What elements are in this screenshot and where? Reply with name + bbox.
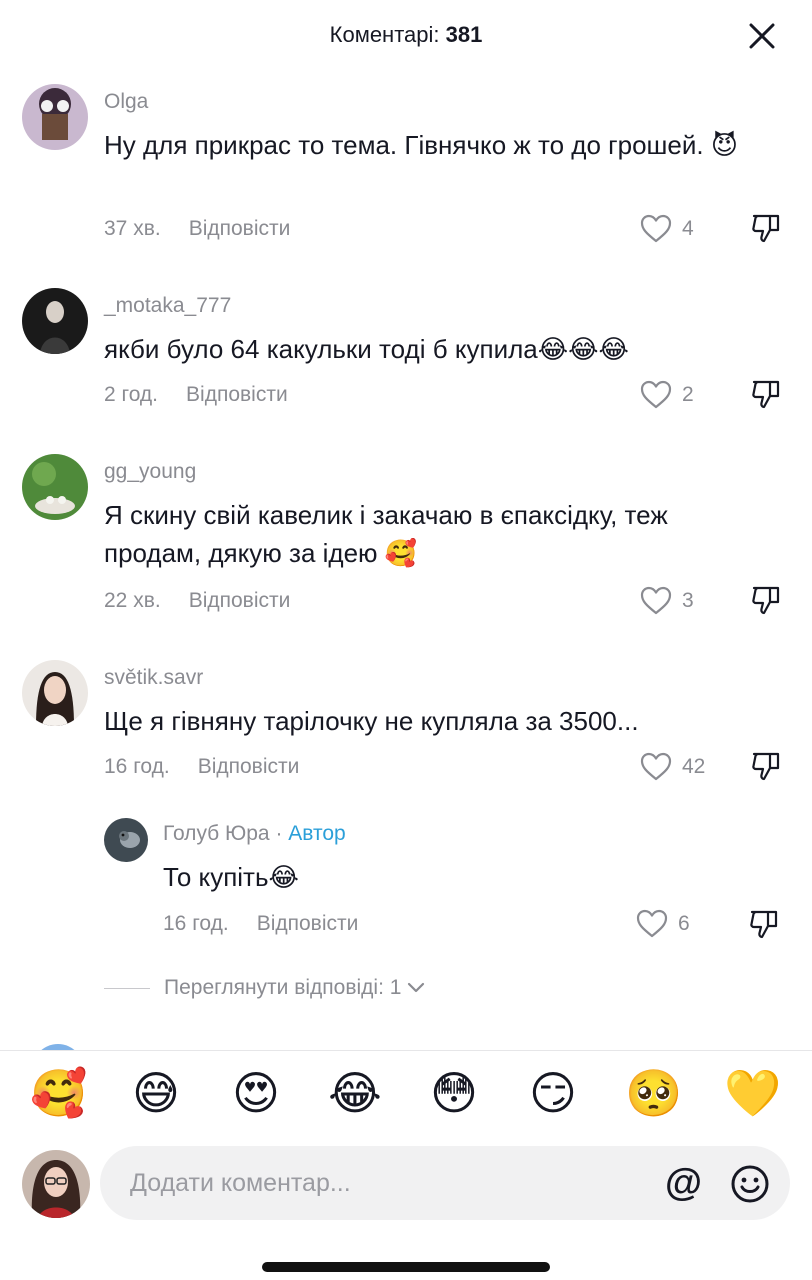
heart-icon (640, 752, 672, 781)
reply-button[interactable]: Відповісти (186, 383, 288, 406)
comment-time: 37 хв. (104, 217, 161, 240)
comments-title: Коментарі: 381 (0, 22, 812, 48)
divider (0, 1050, 812, 1051)
heart-icon (640, 380, 672, 409)
comment-text: Я скину свій кавелик і закачаю в єпаксід… (104, 500, 668, 568)
dislike-icon[interactable] (750, 584, 782, 616)
reply-username: Голуб Юра · Автор (163, 822, 346, 846)
avatar[interactable] (104, 818, 148, 862)
comments-title-label: Коментарі: (329, 22, 440, 47)
like-count: 6 (678, 912, 690, 935)
comment-input-box: @ (100, 1146, 790, 1220)
emoji-smirk[interactable]: 😏 (526, 1066, 580, 1120)
like-count: 2 (682, 383, 694, 406)
avatar[interactable] (22, 84, 88, 150)
reply-username-name[interactable]: Голуб Юра (163, 822, 270, 845)
like-button[interactable]: 42 (640, 752, 705, 782)
reply-meta: 16 год. Відповісти (163, 912, 358, 936)
comment-username[interactable]: gg_young (104, 460, 196, 484)
reply-button[interactable]: Відповісти (257, 912, 359, 935)
comment-text: якби було 64 какульки тоді б купила😂😂😂 (104, 334, 629, 364)
comment-time: 16 год. (104, 755, 170, 778)
like-count: 4 (682, 217, 694, 240)
close-icon[interactable] (746, 20, 778, 52)
comments-list[interactable]: Olga Ну для прикрас то тема. Гівнячко ж … (0, 76, 812, 1051)
emoji-smiling-hearts[interactable]: 🥰 (30, 1066, 87, 1120)
reply-button[interactable]: Відповісти (189, 589, 291, 612)
comment-text: Ще я гівняну тарілочку не купляла за 350… (104, 706, 639, 736)
view-replies-line (104, 987, 150, 989)
comment-meta: 37 хв. Відповісти (104, 217, 290, 241)
dislike-icon[interactable] (750, 212, 782, 244)
comment-meta: 22 хв. Відповісти (104, 589, 290, 613)
mention-button[interactable]: @ (665, 1160, 702, 1206)
comments-count: 381 (445, 22, 483, 47)
comment-username[interactable]: světik.savr (104, 666, 203, 690)
emoji-heart-eyes[interactable]: 😍 (229, 1066, 283, 1120)
my-avatar[interactable] (22, 1150, 90, 1218)
comment-username[interactable]: Olga (104, 90, 148, 114)
avatar[interactable] (22, 288, 88, 354)
username-separator: · (269, 822, 289, 845)
comment-username[interactable]: _motaka_777 (104, 294, 231, 318)
emoji-pleading[interactable]: 🥺 (625, 1066, 682, 1120)
like-count: 3 (682, 589, 694, 612)
heart-icon (640, 586, 672, 615)
like-button[interactable]: 4 (640, 214, 694, 244)
comment-meta: 16 год. Відповісти (104, 755, 299, 779)
home-indicator[interactable] (262, 1262, 550, 1272)
view-replies-button[interactable]: Переглянути відповіді: 1 (104, 976, 425, 1000)
emoji-sweat-smile[interactable]: 😅 (129, 1066, 183, 1120)
author-tag: Автор (288, 822, 346, 845)
heart-icon (640, 214, 672, 243)
emoji-flushed[interactable]: 😳 (427, 1066, 481, 1120)
like-button[interactable]: 6 (636, 909, 690, 939)
avatar[interactable] (22, 454, 88, 520)
emoji-yellow-heart[interactable]: 💛 (724, 1066, 781, 1120)
dislike-icon[interactable] (750, 750, 782, 782)
comment-input[interactable] (130, 1146, 630, 1220)
comments-header: Коментарі: 381 (0, 0, 812, 76)
reply-time: 16 год. (163, 912, 229, 935)
chevron-down-icon (408, 982, 425, 993)
reply-text: То купіть😂 (163, 862, 299, 892)
dislike-icon[interactable] (750, 378, 782, 410)
comment-composer: @ (0, 1146, 812, 1226)
emoji-tears-of-joy[interactable]: 😂 (328, 1066, 382, 1120)
reply-button[interactable]: Відповісти (189, 217, 291, 240)
emoji-quick-bar: 🥰 😅 😍 😂 😳 😏 🥺 💛 (0, 1066, 812, 1130)
comment-time: 22 хв. (104, 589, 161, 612)
avatar[interactable] (22, 660, 88, 726)
like-button[interactable]: 2 (640, 380, 694, 410)
like-button[interactable]: 3 (640, 586, 694, 616)
dislike-icon[interactable] (748, 908, 780, 940)
view-replies-label: Переглянути відповіді: 1 (164, 976, 402, 999)
comment-meta: 2 год. Відповісти (104, 383, 288, 407)
reply-button[interactable]: Відповісти (198, 755, 300, 778)
comment-time: 2 год. (104, 383, 159, 406)
like-count: 42 (682, 755, 706, 778)
smiley-icon[interactable] (730, 1164, 770, 1204)
heart-icon (636, 909, 668, 938)
comment-text: Ну для прикрас то тема. Гівнячко ж то до… (104, 130, 738, 160)
